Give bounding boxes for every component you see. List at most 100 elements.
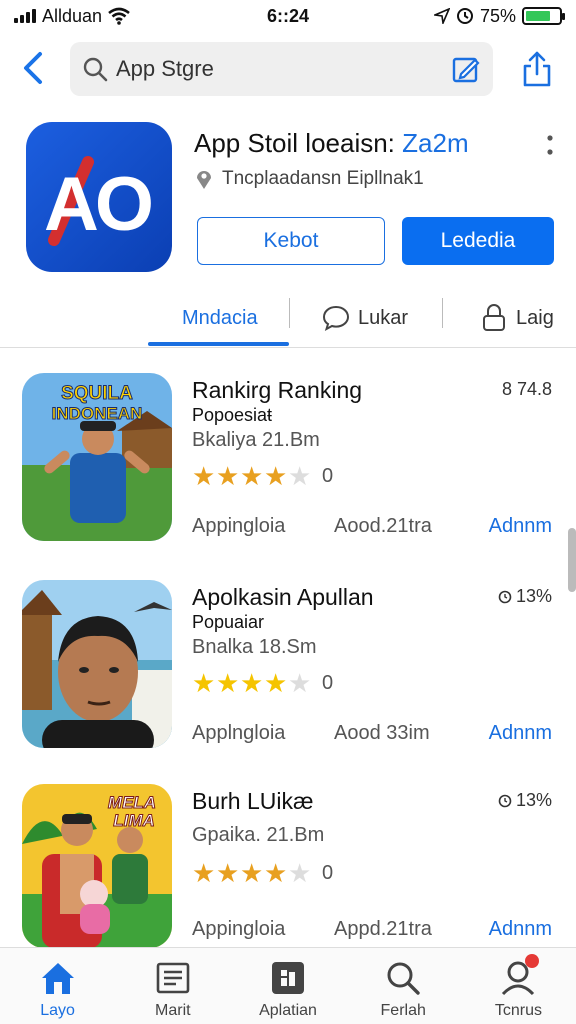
app-title-main: App Stoil loeaisn: bbox=[194, 128, 403, 158]
list-item[interactable]: SQUILA INDONEAN Rankirg Ranking Popoesia… bbox=[0, 373, 576, 563]
item-size: Aood.21tra bbox=[334, 515, 432, 537]
tab-laig[interactable]: Laig bbox=[480, 298, 554, 338]
svg-text:INDONEAN: INDONEAN bbox=[52, 404, 143, 423]
speech-bubble-icon bbox=[322, 305, 350, 332]
chevron-left-icon bbox=[24, 52, 42, 84]
star-rating: ★ ★ ★ ★ ★ 0 bbox=[192, 461, 333, 492]
svg-text:SQUILA: SQUILA bbox=[61, 383, 133, 404]
tabbar-item-ferlah[interactable]: Ferlah bbox=[346, 948, 461, 1024]
app-icon: AO bbox=[26, 122, 172, 272]
app-subtitle-text: Tncplaadansn Eipllnak1 bbox=[222, 168, 424, 189]
location-arrow-icon bbox=[433, 8, 450, 24]
tabbar-item-marit[interactable]: Marit bbox=[115, 948, 230, 1024]
star-empty-icon: ★ bbox=[288, 668, 312, 698]
item-title: Apolkasin Apullan bbox=[192, 584, 374, 610]
tabbar-item-layo[interactable]: Layo bbox=[0, 948, 115, 1024]
secondary-button[interactable]: Kebot bbox=[197, 217, 385, 265]
tabbar-label: Aplatian bbox=[259, 1002, 317, 1019]
back-button[interactable] bbox=[18, 50, 48, 86]
more-options-icon[interactable] bbox=[540, 130, 560, 160]
active-tab-indicator bbox=[148, 342, 289, 346]
tab-label: Mndacia bbox=[182, 306, 258, 329]
location-pin-icon bbox=[197, 171, 211, 189]
tab-separator bbox=[289, 298, 290, 328]
item-thumbnail: SQUILA INDONEAN bbox=[22, 373, 172, 541]
item-rank: 13% bbox=[498, 586, 552, 607]
star-filled-icon: ★ bbox=[240, 858, 264, 888]
thumbnail-image: MELA LIMA bbox=[22, 784, 172, 948]
item-title: Burh LUikæ bbox=[192, 788, 314, 814]
tab-mndacia[interactable]: Mndacia bbox=[182, 298, 258, 338]
item-meta: Bnalka 18.Sm bbox=[192, 636, 317, 658]
tabbar-label: Layo bbox=[40, 1002, 75, 1019]
app-logo: AO bbox=[44, 156, 155, 247]
star-empty-icon: ★ bbox=[288, 461, 312, 491]
alarm-icon bbox=[456, 8, 473, 24]
star-rating: ★ ★ ★ ★ ★ 0 bbox=[192, 668, 333, 699]
item-action-link[interactable]: Adnnm bbox=[489, 918, 552, 941]
star-filled-icon: ★ bbox=[216, 668, 240, 698]
tab-separator bbox=[442, 298, 443, 328]
tabbar-label: Marit bbox=[155, 1002, 191, 1019]
clock-icon bbox=[498, 794, 512, 807]
app-title: App Stoil loeaisn: Za2m bbox=[194, 128, 469, 159]
tabbar-item-aplatian[interactable]: Aplatian bbox=[230, 948, 345, 1024]
list-item[interactable]: MELA LIMA Burh LUikæ Gpaika. 21.Bm 13% ★… bbox=[0, 784, 576, 974]
status-bar: Allduan 6::24 75% bbox=[0, 0, 576, 32]
notification-badge bbox=[524, 954, 539, 968]
star-empty-icon: ★ bbox=[288, 858, 312, 888]
status-right: 75% bbox=[433, 5, 565, 27]
segment-tabs: Mndacia Lukar Laig bbox=[148, 290, 576, 348]
item-action-link[interactable]: Adnnm bbox=[489, 722, 552, 745]
lock-icon bbox=[483, 304, 505, 331]
battery-percent: 75% bbox=[479, 5, 516, 26]
app-subtitle: Tncplaadansn Eipllnak1 bbox=[194, 168, 424, 190]
edit-icon[interactable] bbox=[451, 54, 481, 84]
list-item[interactable]: Apolkasin Apullan Popuaiar Bnalka 18.Sm … bbox=[0, 580, 576, 770]
search-icon bbox=[387, 962, 420, 995]
svg-text:LIMA: LIMA bbox=[113, 811, 155, 830]
tab-lukar[interactable]: Lukar bbox=[322, 298, 408, 338]
signal-icon bbox=[14, 9, 36, 23]
clock-icon bbox=[498, 590, 512, 603]
item-category: Appingloia bbox=[192, 515, 286, 537]
tabbar-label: Tcnrus bbox=[494, 1002, 542, 1019]
primary-button[interactable]: Lededia bbox=[402, 217, 554, 265]
tab-label: Lukar bbox=[358, 306, 409, 329]
star-filled-icon: ★ bbox=[240, 668, 264, 698]
star-filled-icon: ★ bbox=[240, 461, 264, 491]
search-icon bbox=[83, 57, 108, 82]
star-filled-icon: ★ bbox=[192, 858, 216, 888]
rating-count: 0 bbox=[322, 672, 334, 694]
rating-count: 0 bbox=[322, 465, 334, 487]
scrollbar[interactable] bbox=[568, 528, 576, 592]
item-thumbnail: MELA LIMA bbox=[22, 784, 172, 948]
house-icon bbox=[41, 963, 74, 994]
thumbnail-image bbox=[22, 580, 172, 748]
tab-label: Laig bbox=[516, 306, 554, 329]
item-action-link[interactable]: Adnnm bbox=[489, 515, 552, 538]
item-subtitle: Popoesiaŧ bbox=[192, 405, 273, 425]
star-filled-icon: ★ bbox=[216, 461, 240, 491]
item-thumbnail bbox=[22, 580, 172, 748]
thumbnail-image: SQUILA INDONEAN bbox=[22, 373, 172, 541]
carrier-name: Allduan bbox=[42, 5, 103, 26]
status-left: Allduan bbox=[14, 6, 130, 27]
bottom-tab-bar: Layo Marit Aplatian Ferlah Tcnrus bbox=[0, 947, 576, 1024]
search-bar[interactable]: App Stgre bbox=[70, 42, 493, 96]
item-meta: Gpaika. 21.Bm bbox=[192, 824, 325, 846]
item-category: Appingloia bbox=[192, 918, 286, 940]
tabbar-label: Ferlah bbox=[380, 1002, 426, 1019]
item-subtitle: Popuaiar bbox=[192, 612, 265, 632]
item-meta: Bkaliya 21.Bm bbox=[192, 429, 320, 451]
item-category: Applngloia bbox=[192, 722, 286, 744]
star-filled-icon: ★ bbox=[216, 858, 240, 888]
rank-text: 8 74.8 bbox=[501, 379, 552, 399]
rating-count: 0 bbox=[322, 862, 334, 884]
search-input[interactable]: App Stgre bbox=[116, 56, 451, 82]
newspaper-icon bbox=[156, 962, 190, 994]
tabbar-item-tcnrus[interactable]: Tcnrus bbox=[461, 948, 576, 1024]
item-rank: 13% bbox=[498, 790, 552, 811]
share-icon[interactable] bbox=[520, 50, 554, 88]
item-rank: 8 74.8 bbox=[502, 379, 552, 400]
